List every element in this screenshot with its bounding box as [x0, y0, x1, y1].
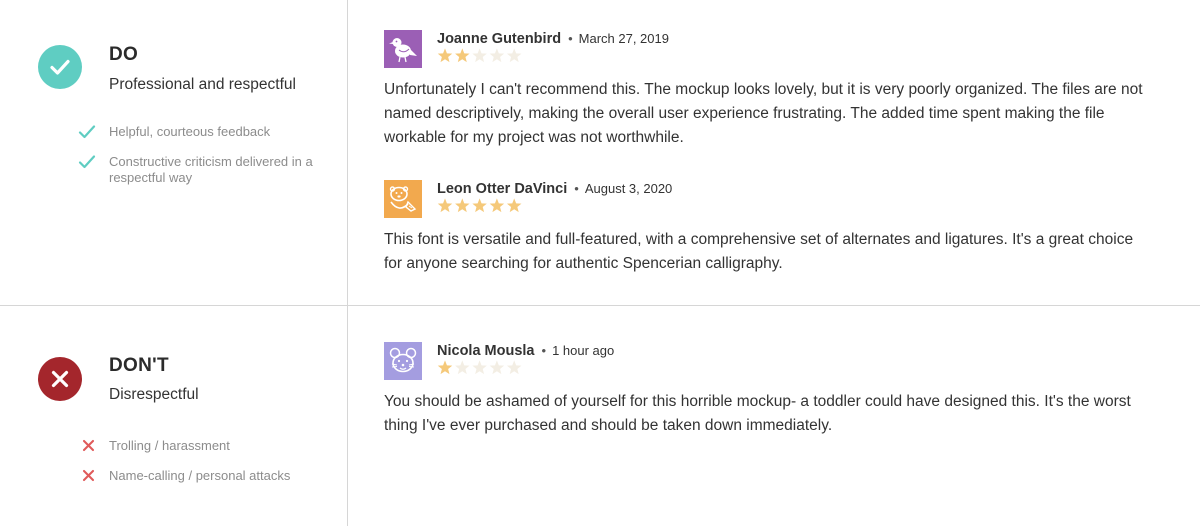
- review-text: Unfortunately I can't recommend this. Th…: [384, 81, 1143, 146]
- dont-bullet-text: Trolling / harassment: [109, 438, 230, 453]
- do-subheading: Professional and respectful: [109, 76, 296, 93]
- check-icon: [78, 124, 96, 140]
- review-author: Nicola Mousla: [437, 343, 535, 359]
- do-bullet-text: Helpful, courteous feedback: [109, 124, 271, 139]
- meta-separator: •: [541, 343, 547, 358]
- star-filled-icon: [506, 198, 522, 213]
- do-bullet-item: Constructive criticism delivered in a re…: [78, 154, 328, 186]
- star-filled-icon: [437, 198, 453, 213]
- x-icon: [78, 438, 96, 454]
- star-empty-icon: [472, 48, 487, 63]
- review-meta: Joanne Gutenbird • March 27, 2019: [437, 30, 669, 48]
- dont-subheading: Disrespectful: [109, 386, 199, 403]
- dont-heading: DON'T: [109, 355, 169, 376]
- review-card: Nicola Mousla • 1 hour ago You should be a…: [384, 342, 1164, 442]
- do-bullet-text: Constructive criticism delivered in a re…: [109, 154, 313, 185]
- star-filled-icon: [489, 198, 505, 213]
- star-empty-icon: [472, 360, 487, 375]
- review-meta: Leon Otter DaVinci • August 3, 2020: [437, 180, 672, 198]
- check-circle-icon: [38, 45, 82, 89]
- review-card: Joanne Gutenbird • March 27, 2019 Unfortun…: [384, 30, 1164, 150]
- x-circle-icon: [38, 357, 82, 401]
- review-author: Joanne Gutenbird: [437, 31, 562, 47]
- star-rating: [437, 198, 522, 213]
- check-icon: [78, 154, 96, 170]
- review-meta: Nicola Mousla • 1 hour ago: [437, 342, 614, 360]
- review-date: 1 hour ago: [552, 343, 615, 358]
- do-bullet-list: Helpful, courteous feedback Constructive…: [78, 124, 328, 200]
- dont-section: DON'T Disrespectful Trolling / harassmen…: [0, 306, 1200, 526]
- mouse-avatar-icon: [384, 342, 422, 380]
- dont-bullet-item: Trolling / harassment: [78, 438, 328, 454]
- star-empty-icon: [506, 48, 522, 63]
- star-empty-icon: [455, 360, 470, 375]
- review-date: March 27, 2019: [578, 31, 669, 46]
- star-rating: [437, 48, 522, 63]
- star-rating: [437, 360, 522, 375]
- otter-avatar-icon: [384, 180, 422, 218]
- star-filled-icon: [437, 48, 453, 63]
- review-date: August 3, 2020: [584, 181, 673, 196]
- do-bullet-item: Helpful, courteous feedback: [78, 124, 328, 140]
- meta-separator: •: [568, 31, 573, 46]
- star-filled-icon: [472, 198, 487, 213]
- do-section: DO Professional and respectful Helpful, …: [0, 0, 1200, 305]
- star-empty-icon: [506, 360, 522, 375]
- review-card: Leon Otter DaVinci • August 3, 2020 This f…: [384, 180, 1164, 280]
- review-text: This font is versatile and full-featured…: [384, 231, 1134, 272]
- star-filled-icon: [455, 48, 470, 63]
- do-heading: DO: [109, 44, 139, 65]
- meta-separator: •: [574, 181, 579, 196]
- x-icon: [78, 468, 96, 484]
- dont-bullet-item: Name-calling / personal attacks: [78, 468, 328, 484]
- dont-bullet-text: Name-calling / personal attacks: [109, 468, 291, 483]
- review-author: Leon Otter DaVinci: [437, 181, 568, 197]
- bird-avatar-icon: [384, 30, 422, 68]
- star-empty-icon: [489, 360, 505, 375]
- dont-bullet-list: Trolling / harassment Name-calling / per…: [78, 438, 328, 498]
- star-empty-icon: [489, 48, 505, 63]
- review-text: You should be ashamed of yourself for th…: [384, 393, 1131, 434]
- star-filled-icon: [455, 198, 470, 213]
- star-filled-icon: [437, 360, 453, 375]
